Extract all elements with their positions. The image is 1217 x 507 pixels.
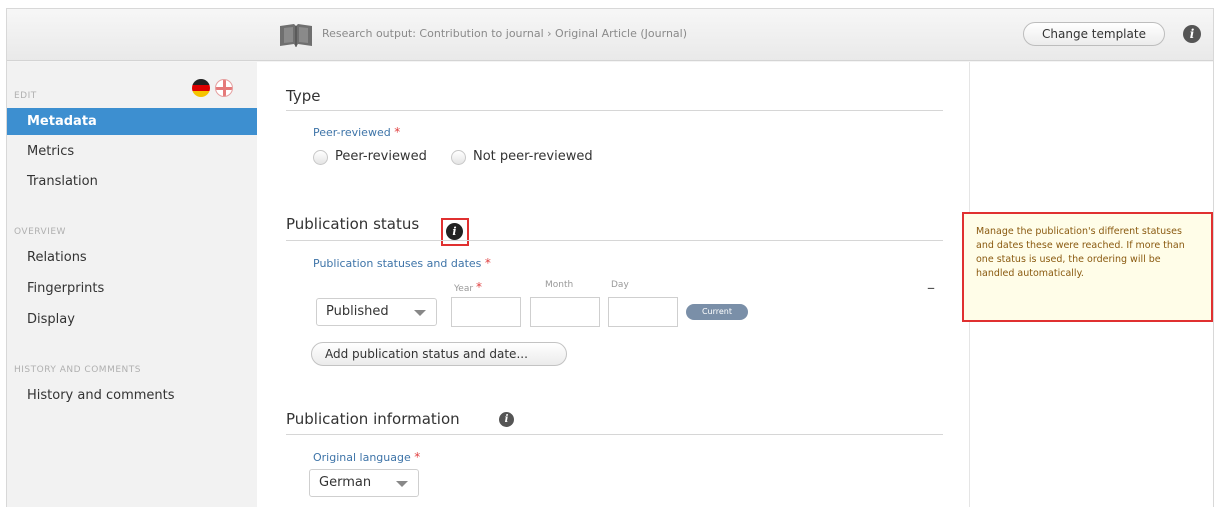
sidebar-item-translation[interactable]: Translation: [7, 168, 257, 195]
change-template-button[interactable]: Change template: [1023, 22, 1165, 46]
sidebar-item-fingerprints[interactable]: Fingerprints: [7, 275, 257, 302]
publication-statuses-label: Publication statuses and dates *: [313, 256, 491, 270]
info-icon[interactable]: i: [1183, 25, 1201, 43]
month-label: Month: [545, 280, 574, 290]
year-input[interactable]: [451, 297, 521, 327]
peer-reviewed-option-label[interactable]: Peer-reviewed: [335, 149, 427, 164]
breadcrumb: Research output: Contribution to journal…: [322, 27, 687, 40]
publication-status-value: Published: [326, 304, 389, 319]
required-marker: *: [414, 450, 421, 464]
chevron-down-icon: [396, 481, 408, 487]
section-title-publication-status: Publication status: [286, 215, 420, 233]
peer-reviewed-radio[interactable]: [313, 150, 328, 165]
sidebar-item-history-and-comments[interactable]: History and comments: [7, 382, 257, 409]
year-label-text: Year: [454, 284, 474, 294]
publication-status-info-icon[interactable]: i: [446, 223, 463, 240]
month-input[interactable]: [530, 297, 600, 327]
german-flag-icon[interactable]: [192, 79, 210, 97]
sidebar-heading-overview: OVERVIEW: [14, 227, 66, 237]
book-icon: [280, 24, 312, 47]
breadcrumb-root: Research output: Contribution to journal: [322, 27, 544, 40]
sidebar-item-metadata[interactable]: Metadata: [7, 108, 265, 135]
peer-reviewed-label-text: Peer-reviewed: [313, 126, 391, 139]
section-title-type: Type: [286, 87, 321, 105]
english-flag-icon[interactable]: [215, 79, 233, 97]
peer-reviewed-label: Peer-reviewed *: [313, 125, 400, 139]
publication-status-select[interactable]: Published: [316, 298, 437, 326]
section-divider: [286, 110, 943, 111]
required-marker: *: [475, 280, 482, 294]
sidebar-item-relations[interactable]: Relations: [7, 244, 257, 271]
original-language-label: Original language *: [313, 450, 420, 464]
section-divider: [286, 240, 943, 241]
publication-information-info-icon[interactable]: i: [499, 412, 514, 427]
publication-status-help-tooltip: Manage the publication's different statu…: [962, 212, 1213, 322]
remove-status-button[interactable]: –: [927, 278, 935, 297]
not-peer-reviewed-option-label[interactable]: Not peer-reviewed: [473, 149, 593, 164]
year-label: Year *: [454, 280, 482, 294]
add-publication-status-button[interactable]: Add publication status and date...: [311, 342, 567, 366]
sidebar-item-display[interactable]: Display: [7, 306, 257, 333]
original-language-select[interactable]: German: [309, 469, 419, 497]
original-language-value: German: [319, 475, 372, 490]
breadcrumb-separator: ›: [547, 27, 552, 40]
day-label: Day: [611, 280, 629, 290]
sidebar-item-metrics[interactable]: Metrics: [7, 138, 257, 165]
publication-statuses-label-text: Publication statuses and dates: [313, 257, 482, 270]
required-marker: *: [394, 125, 401, 139]
day-input[interactable]: [608, 297, 678, 327]
section-title-publication-information: Publication information: [286, 410, 460, 428]
chevron-down-icon: [414, 310, 426, 316]
not-peer-reviewed-radio[interactable]: [451, 150, 466, 165]
sidebar-heading-edit: EDIT: [14, 91, 37, 101]
breadcrumb-leaf: Original Article (Journal): [555, 27, 687, 40]
section-divider: [286, 434, 943, 435]
required-marker: *: [484, 256, 491, 270]
original-language-label-text: Original language: [313, 451, 411, 464]
current-status-badge[interactable]: Current: [686, 304, 748, 320]
sidebar-heading-history: HISTORY AND COMMENTS: [14, 365, 141, 375]
